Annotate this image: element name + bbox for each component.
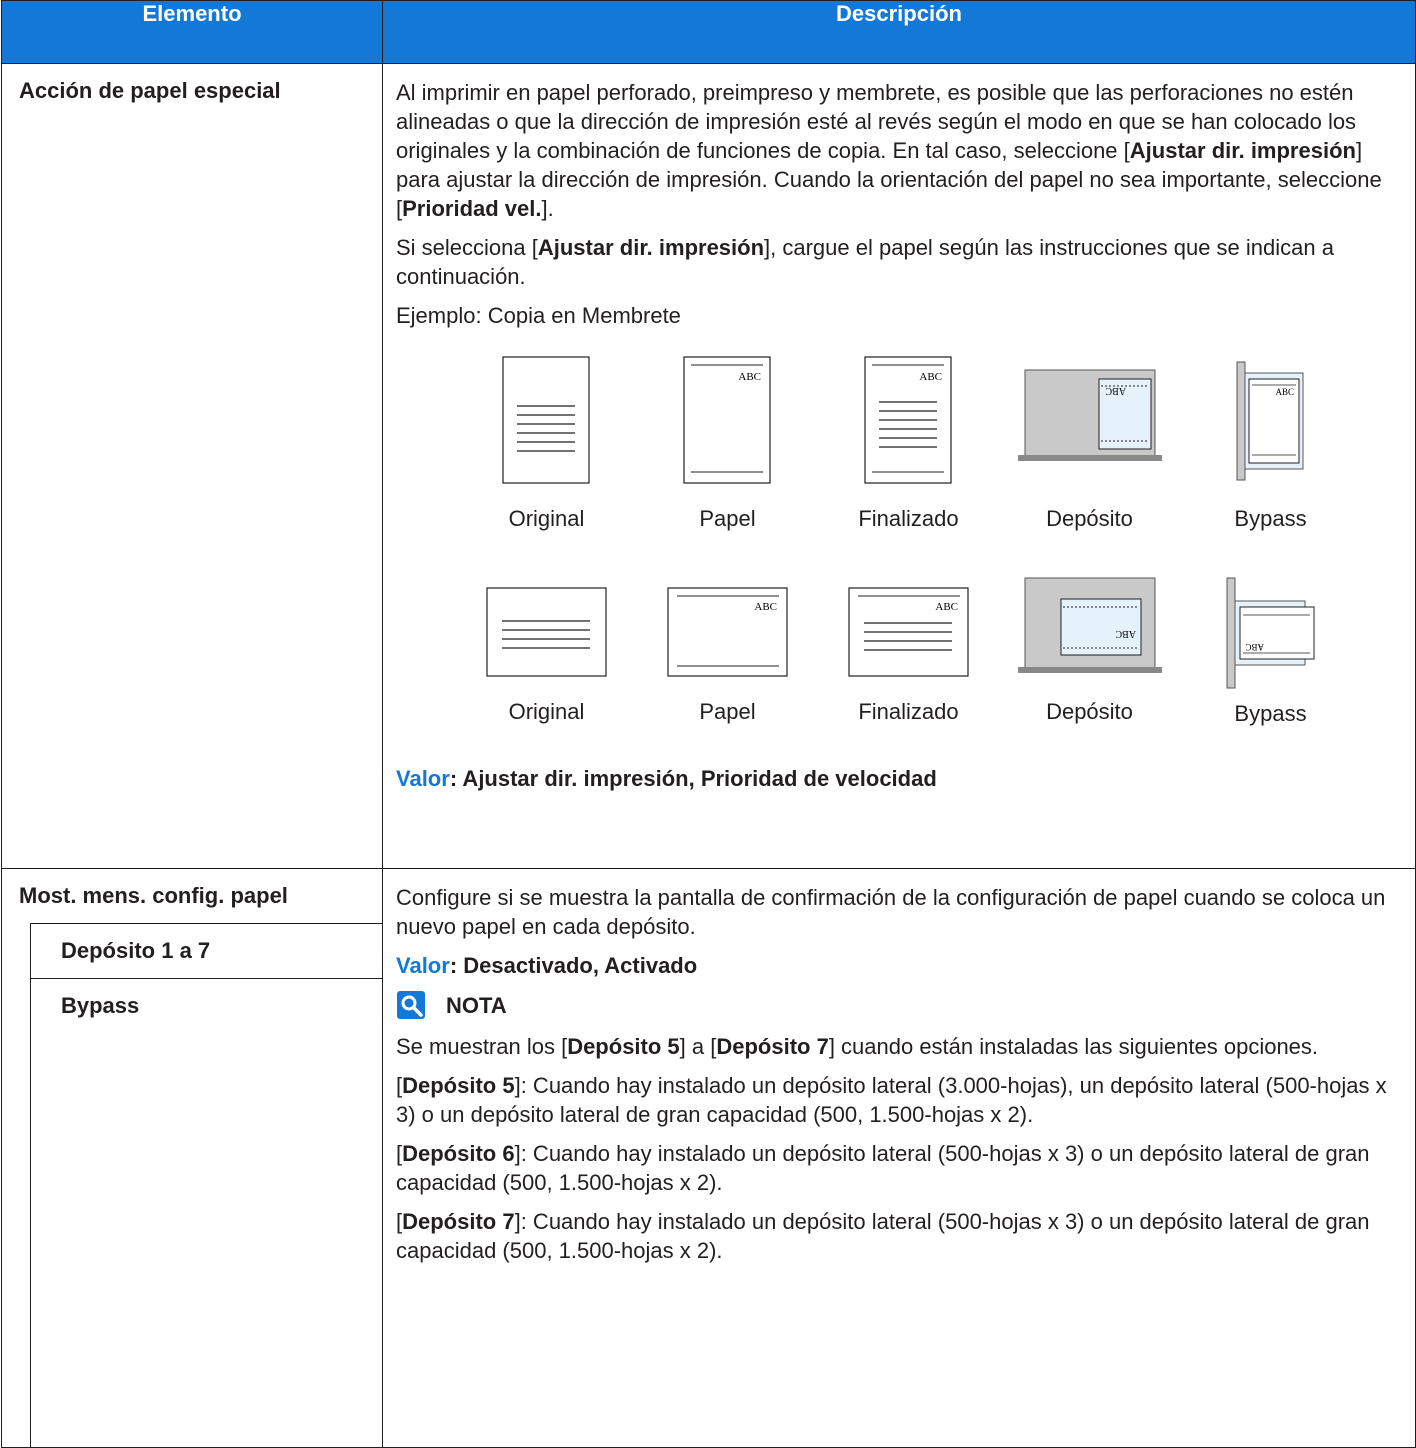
- description-paragraph: Al imprimir en papel perforado, preimpre…: [396, 80, 1382, 221]
- note-magnifier-icon: [397, 991, 425, 1019]
- example-caption: Ejemplo: Copia en Membrete: [396, 303, 681, 328]
- settings-table: Elemento Descripción Acción de papel esp…: [1, 0, 1416, 1448]
- figure-original: Original: [456, 356, 637, 533]
- svg-text:ABC: ABC: [1115, 628, 1136, 639]
- original-page-icon: [501, 356, 590, 484]
- caption: Finalizado: [858, 506, 959, 531]
- note-header: NOTA: [396, 990, 1403, 1020]
- caption: Bypass: [1234, 506, 1307, 531]
- svg-text:ABC: ABC: [738, 371, 761, 383]
- sub-item-label: Depósito 1 a 7: [30, 923, 382, 978]
- figure-original-2: Original: [456, 577, 637, 726]
- original-page-icon: [485, 587, 607, 677]
- svg-text:ABC: ABC: [919, 371, 942, 383]
- value-line: Valor: Desactivado, Activado: [396, 953, 698, 978]
- figure-tray-2: ABC Depósito: [999, 577, 1180, 726]
- figure-tray: ABC Depósito: [999, 356, 1180, 533]
- row-description: Al imprimir en papel perforado, preimpre…: [382, 63, 1416, 869]
- bypass-icon: ABC: [1226, 577, 1314, 689]
- caption: Papel: [699, 506, 756, 531]
- caption: Depósito: [1046, 506, 1133, 531]
- note-paragraph: [Depósito 5]: Cuando hay instalado un de…: [396, 1073, 1387, 1127]
- table-header-row: Elemento Descripción: [1, 0, 1416, 64]
- item-label: Acción de papel especial: [19, 78, 281, 103]
- note-paragraph: [Depósito 7]: Cuando hay instalado un de…: [396, 1209, 1370, 1263]
- note-title: NOTA: [446, 992, 507, 1018]
- table-row: Most. mens. config. papel Depósito 1 a 7…: [1, 868, 1416, 1448]
- header-elemento: Elemento: [1, 0, 383, 64]
- finished-page-icon: ABC: [847, 587, 969, 677]
- svg-text:ABC: ABC: [935, 601, 958, 613]
- tray-icon: ABC: [1017, 369, 1162, 461]
- description-paragraph: Si selecciona [Ajustar dir. impresión], …: [396, 235, 1334, 289]
- figure-paper: ABC Papel: [637, 356, 818, 533]
- tray-icon: ABC: [1017, 577, 1162, 673]
- figure-finished-2: ABC Finalizado: [818, 577, 999, 726]
- sub-item-label: Bypass: [30, 978, 382, 1447]
- svg-text:ABC: ABC: [1275, 387, 1294, 397]
- row-label: Most. mens. config. papel Depósito 1 a 7…: [1, 868, 383, 1448]
- description-paragraph: Configure si se muestra la pantalla de c…: [396, 885, 1386, 939]
- caption: Original: [508, 699, 585, 724]
- header-descripcion: Descripción: [382, 0, 1416, 64]
- caption: Finalizado: [858, 699, 959, 724]
- value-line: Valor: Ajustar dir. impresión, Prioridad…: [396, 766, 937, 791]
- row-label: Acción de papel especial: [1, 63, 383, 869]
- svg-text:ABC: ABC: [754, 601, 777, 613]
- item-label: Most. mens. config. papel: [19, 883, 288, 908]
- caption: Papel: [699, 699, 756, 724]
- caption: Bypass: [1234, 701, 1307, 726]
- bypass-icon: ABC: [1236, 361, 1303, 481]
- svg-text:ABC: ABC: [1245, 642, 1264, 652]
- figure-bypass: ABC Bypass: [1180, 356, 1361, 533]
- caption: Depósito: [1046, 699, 1133, 724]
- note-paragraph: Se muestran los [Depósito 5] a [Depósito…: [396, 1034, 1319, 1059]
- figure-finished: ABC Finalizado: [818, 356, 999, 533]
- row-description: Configure si se muestra la pantalla de c…: [382, 868, 1416, 1448]
- finished-page-icon: ABC: [863, 356, 952, 484]
- caption: Original: [508, 506, 585, 531]
- figure-row-landscape: Original ABC Papel ABC Finalizado ABC De…: [456, 577, 1361, 728]
- figure-bypass-2: ABC Bypass: [1180, 577, 1361, 728]
- figure-row-portrait: Original ABC Papel ABC Finalizado ABC De…: [456, 356, 1361, 533]
- letterhead-paper-icon: ABC: [682, 356, 771, 484]
- letterhead-paper-icon: ABC: [666, 587, 788, 677]
- svg-text:ABC: ABC: [1105, 385, 1126, 396]
- table-row: Acción de papel especial Al imprimir en …: [1, 63, 1416, 869]
- figure-paper-2: ABC Papel: [637, 577, 818, 726]
- note-paragraph: [Depósito 6]: Cuando hay instalado un de…: [396, 1141, 1370, 1195]
